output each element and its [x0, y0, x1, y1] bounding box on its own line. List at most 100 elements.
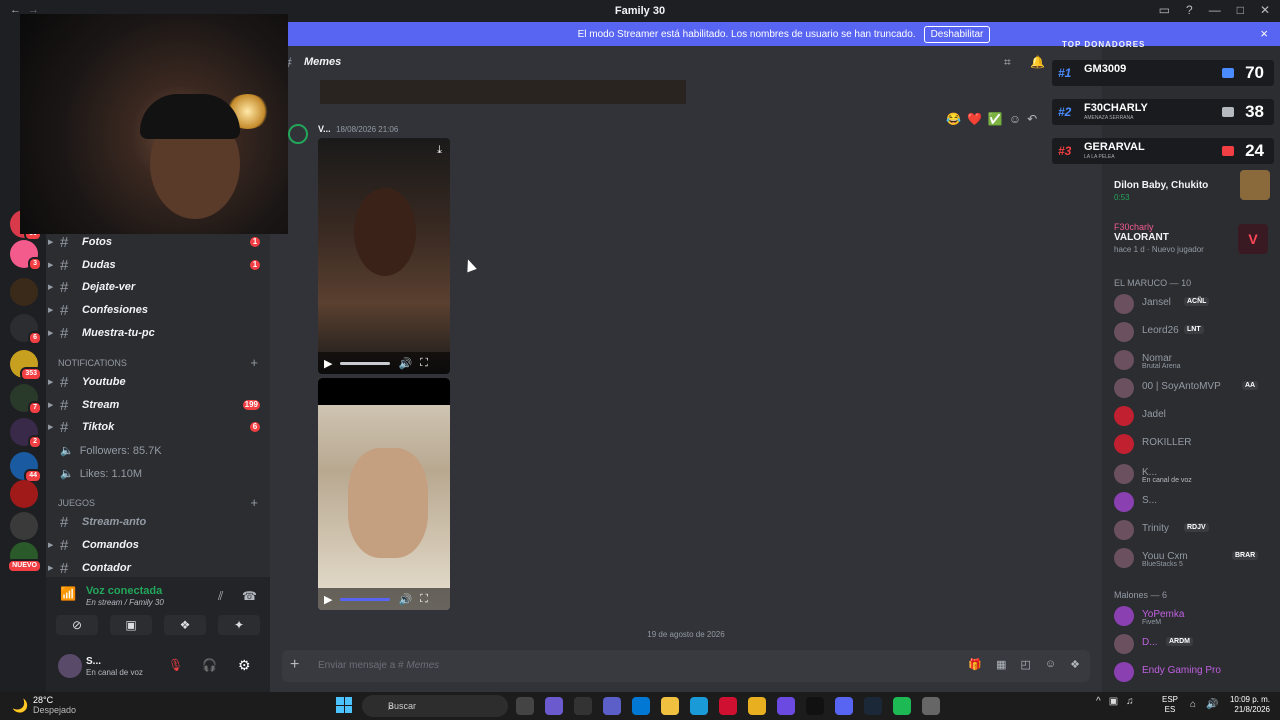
disconnect-icon[interactable]: ☎ — [242, 589, 257, 603]
tray-app-icon[interactable]: ♫ — [1126, 696, 1134, 707]
server-icon[interactable]: 44 — [10, 452, 42, 483]
maximize-icon[interactable]: □ — [1237, 3, 1244, 17]
play-icon[interactable]: ▶ — [324, 357, 332, 370]
category-juegos[interactable]: JUEGOS — [58, 498, 95, 508]
disable-streamer-button[interactable]: Deshabilitar — [923, 25, 991, 43]
member-item[interactable]: S... — [1114, 492, 1274, 514]
voice-connected-label[interactable]: Voz conectada — [86, 585, 162, 597]
channel-muestra-tu-pc[interactable]: ▶ # Muestra-tu-pc — [46, 322, 270, 344]
channel-stream-anto[interactable]: # Stream-anto — [46, 511, 270, 533]
reaction-check-icon[interactable]: ✅ — [988, 112, 1003, 126]
soundboard-button[interactable]: ✦ — [218, 615, 260, 635]
server-icon[interactable]: 7 — [10, 384, 42, 415]
channel-youtube[interactable]: ▶ # Youtube — [46, 371, 270, 393]
close-window-icon[interactable]: ✕ — [1260, 3, 1270, 17]
noise-suppression-icon[interactable]: ⫽ — [218, 589, 223, 604]
app-icon[interactable] — [777, 697, 795, 715]
mic-muted-icon[interactable]: 🎙 — [168, 658, 183, 672]
reaction-heart-icon[interactable]: ❤️ — [967, 112, 982, 126]
member-item[interactable]: K... En canal de voz — [1114, 464, 1274, 486]
spotify-icon[interactable] — [893, 697, 911, 715]
avatar[interactable] — [288, 124, 308, 144]
video-attachment[interactable]: ⤓ ▶ 🔊 ⛶ — [318, 138, 450, 374]
channel-stream[interactable]: ▶ # Stream 199 — [46, 394, 270, 416]
app-icon[interactable] — [922, 697, 940, 715]
fullscreen-icon[interactable]: ⛶ — [420, 357, 428, 370]
member-item[interactable]: Nomar Brutal Arena — [1114, 350, 1274, 372]
server-icon[interactable]: NUEVO — [7, 542, 42, 573]
copilot-icon[interactable] — [545, 697, 563, 715]
steam-icon[interactable] — [864, 697, 882, 715]
add-reaction-icon[interactable]: ☺ — [1009, 112, 1021, 126]
network-icon[interactable]: ⌂ — [1190, 699, 1196, 710]
threads-icon[interactable]: ⌗ — [1004, 55, 1011, 70]
video-progress-bar[interactable] — [340, 597, 391, 601]
member-item[interactable]: Leord26 LNT — [1114, 322, 1274, 344]
channel-confesiones[interactable]: ▶ # Confesiones — [46, 299, 270, 321]
voice-channel-label[interactable]: En stream / Family 30 — [86, 598, 164, 607]
taskbar-search[interactable]: ⌕ Buscar — [362, 695, 508, 717]
member-item[interactable]: Jansel ACÑL — [1114, 294, 1274, 316]
file-explorer-icon[interactable] — [661, 697, 679, 715]
add-attachment-icon[interactable]: + — [290, 656, 299, 674]
bell-icon[interactable]: 🔔 — [1030, 55, 1045, 69]
member-item[interactable]: Endy Gaming Pro — [1114, 662, 1274, 684]
chrome-icon[interactable] — [748, 697, 766, 715]
store-icon[interactable] — [632, 697, 650, 715]
activity-card-game[interactable]: F30charly VALORANT hace 1 d · Nuevo juga… — [1114, 222, 1204, 254]
volume-icon[interactable]: 🔊 — [398, 357, 412, 370]
weather-widget[interactable]: 28°C Despejado — [33, 695, 76, 715]
volume-icon[interactable]: 🔊 — [398, 593, 412, 606]
channel-contador[interactable]: ▶ # Contador — [46, 557, 270, 579]
video-progress-bar[interactable] — [340, 361, 391, 365]
apps-icon[interactable]: ❖ — [1070, 658, 1080, 671]
discord-icon[interactable] — [835, 697, 853, 715]
server-icon[interactable]: 6 — [10, 314, 42, 345]
inbox-icon[interactable]: ▭ — [1159, 3, 1170, 17]
minimize-icon[interactable]: — — [1209, 3, 1221, 17]
message-composer[interactable]: + Enviar mensaje a # Memes 🎁 ▦ ◰ ☺ ❖ — [282, 650, 1090, 682]
taskbar-clock[interactable]: 10:09 p. m. 21/8/2026 — [1226, 695, 1270, 715]
sticker-icon[interactable]: ◰ — [1020, 658, 1030, 671]
settings-gear-icon[interactable]: ⚙ — [238, 657, 251, 674]
server-icon[interactable]: 353 — [10, 350, 42, 381]
video-attachment[interactable]: ▶ 🔊 ⛶ — [318, 378, 450, 610]
server-icon[interactable] — [10, 480, 38, 508]
server-icon[interactable] — [10, 512, 38, 540]
add-channel-icon[interactable]: + — [250, 495, 258, 510]
reply-icon[interactable]: ↶ — [1027, 112, 1037, 126]
play-icon[interactable]: ▶ — [324, 593, 332, 606]
gif-icon[interactable]: ▦ — [996, 658, 1006, 671]
member-item[interactable]: ROKILLER — [1114, 434, 1274, 456]
server-icon[interactable]: 3 — [10, 240, 42, 271]
camera-off-button[interactable]: ⊘ — [56, 615, 98, 635]
emoji-icon[interactable]: ☺ — [1045, 658, 1056, 671]
member-item[interactable]: Trinity RDJV — [1114, 520, 1274, 542]
download-icon[interactable]: ⤓ — [437, 144, 442, 157]
volume-icon[interactable]: 🔊 — [1206, 699, 1218, 710]
app-icon[interactable] — [806, 697, 824, 715]
reaction-laugh-icon[interactable]: 😂 — [946, 112, 961, 126]
activity-card-music[interactable]: Dilon Baby, Chukito 0:53 — [1114, 180, 1208, 202]
deafened-icon[interactable]: 🎧 — [202, 658, 217, 672]
help-icon[interactable]: ? — [1186, 3, 1193, 17]
message-input-placeholder[interactable]: Enviar mensaje a # Memes — [318, 660, 439, 671]
message-author[interactable]: V... — [318, 124, 331, 134]
tray-app-icon[interactable]: ▣ — [1109, 696, 1118, 707]
category-notifications[interactable]: NOTIFICATIONS — [58, 358, 127, 368]
avatar[interactable] — [58, 654, 82, 678]
channel-dudas[interactable]: ▶ # Dudas 1 — [46, 254, 270, 276]
fullscreen-icon[interactable]: ⛶ — [420, 593, 428, 606]
activities-button[interactable]: ❖ — [164, 615, 206, 635]
channel-fotos[interactable]: ▶ # Fotos 1 — [46, 231, 270, 253]
language-indicator[interactable]: ESP ES — [1162, 695, 1178, 715]
server-icon[interactable]: 2 — [10, 418, 42, 449]
channel-tiktok[interactable]: ▶ # Tiktok 6 — [46, 416, 270, 438]
teams-icon[interactable] — [603, 697, 621, 715]
task-view-icon[interactable] — [516, 697, 534, 715]
member-item[interactable]: 00 | SoyAntoMVP AA — [1114, 378, 1274, 400]
channel-dejate-ver[interactable]: ▶ # Dejate-ver — [46, 276, 270, 298]
member-item[interactable]: YoPemka FiveM — [1114, 606, 1274, 628]
member-item[interactable]: D... ARDM — [1114, 634, 1274, 656]
member-item[interactable]: Jadel — [1114, 406, 1274, 428]
